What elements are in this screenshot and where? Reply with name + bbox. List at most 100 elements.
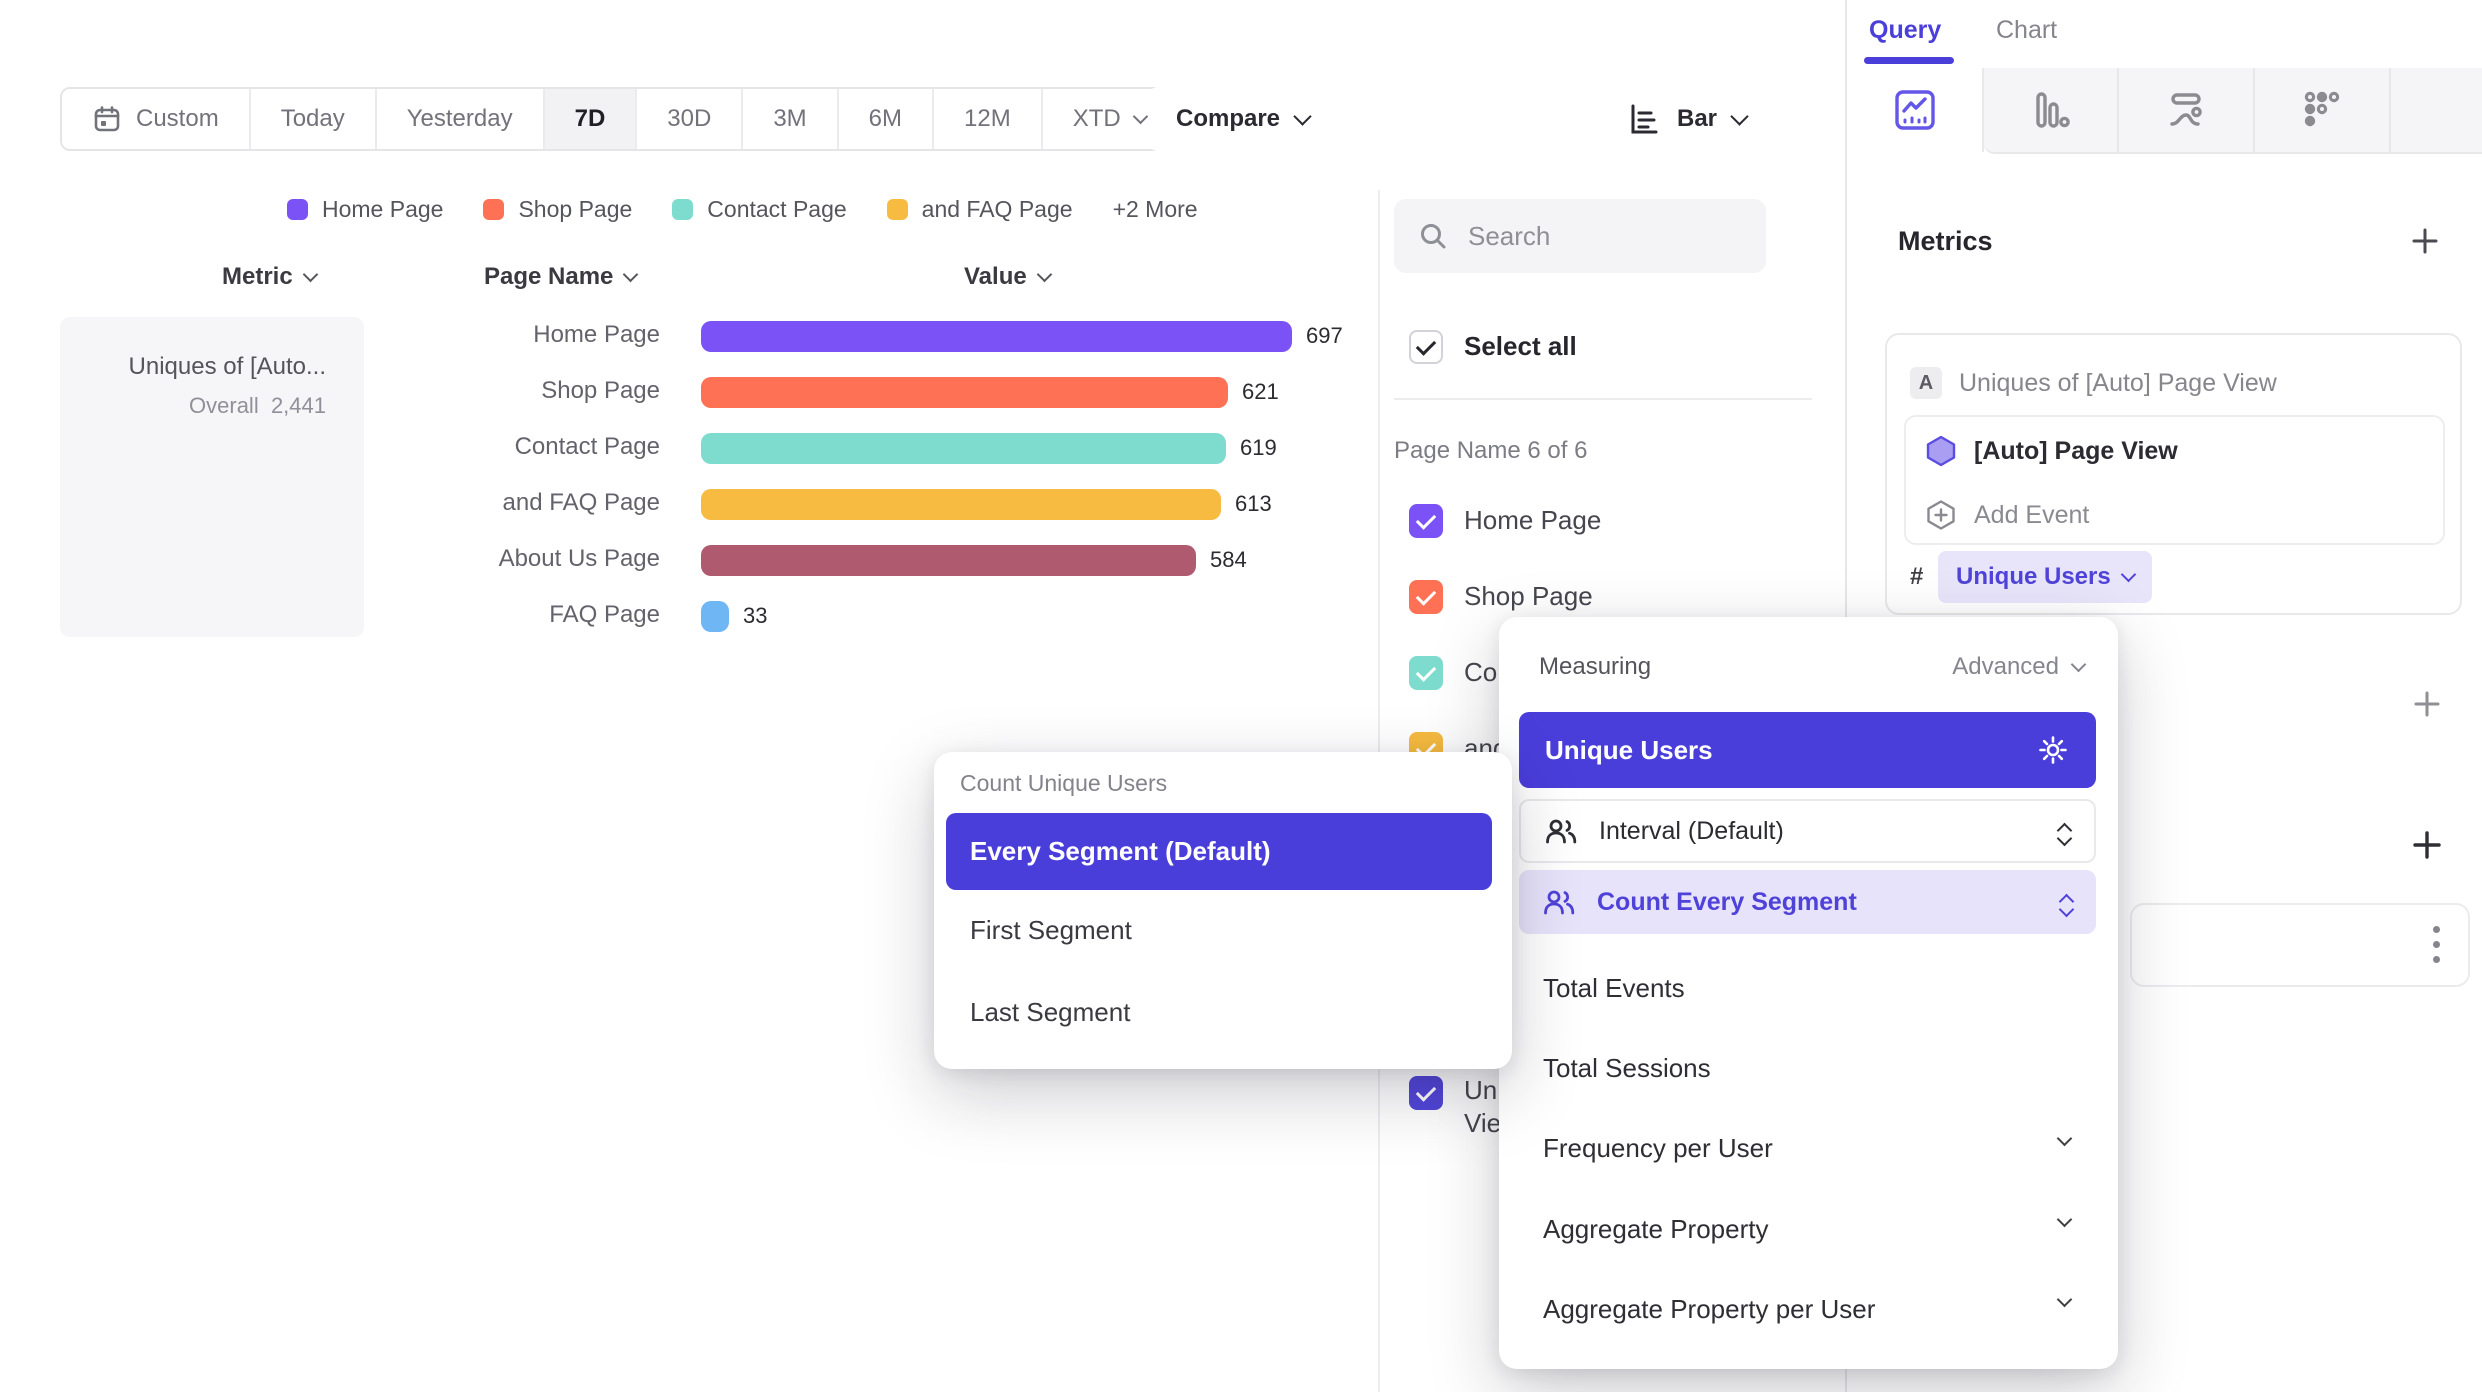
add-filter-button[interactable]	[2413, 690, 2441, 718]
legend-more-label[interactable]: +2 More	[1113, 196, 1198, 223]
breakdown-card[interactable]	[2130, 903, 2470, 987]
date-range-6m[interactable]: 6M	[837, 89, 932, 149]
bar[interactable]	[701, 601, 729, 632]
funnels-icon	[2026, 85, 2076, 135]
chevron-down-icon	[1036, 266, 1052, 282]
column-header-page-name[interactable]: Page Name	[484, 263, 636, 291]
add-breakdown-button[interactable]	[2412, 830, 2442, 860]
bar-row-label: and FAQ Page	[340, 489, 660, 517]
number-type-symbol: #	[1910, 563, 1923, 591]
metric-summary-cell[interactable]: Uniques of [Auto... Overall 2,441	[60, 317, 364, 637]
date-range-7d[interactable]: 7D	[543, 89, 636, 149]
option-label: Unique Users	[1545, 735, 1713, 766]
column-header-metric[interactable]: Metric	[222, 263, 316, 291]
date-range-yesterday[interactable]: Yesterday	[375, 89, 543, 149]
date-range-segmented-control: CustomTodayYesterday7D30D3M6M12MXTD	[60, 87, 1178, 151]
add-event-label: Add Event	[1974, 501, 2089, 530]
date-range-label: 6M	[869, 105, 902, 133]
measuring-option-aggregate-property[interactable]: Aggregate Property	[1543, 1214, 1768, 1245]
people-icon	[1545, 817, 1577, 845]
advanced-toggle[interactable]: Advanced	[1952, 653, 2084, 681]
bar-row-label: Shop Page	[340, 377, 660, 405]
gear-icon[interactable]	[2036, 733, 2070, 767]
bar[interactable]	[701, 321, 1292, 352]
legend-label: Shop Page	[518, 196, 632, 223]
search-icon	[1418, 221, 1448, 251]
kebab-menu-icon[interactable]	[2433, 926, 2440, 963]
calendar-icon	[92, 104, 122, 134]
segment-count-selector[interactable]: Count Every Segment	[1519, 870, 2096, 934]
date-range-30d[interactable]: 30D	[635, 89, 741, 149]
measuring-option-aggregate-property-per-user[interactable]: Aggregate Property per User	[1543, 1294, 1875, 1325]
measuring-option-frequency-per-user[interactable]: Frequency per User	[1543, 1133, 1773, 1164]
add-metric-button[interactable]	[2410, 226, 2440, 256]
search-input[interactable]	[1466, 220, 1730, 253]
segment-option[interactable]: Last Segment	[970, 997, 1130, 1028]
chevron-down-icon	[2120, 566, 2136, 582]
advanced-label: Advanced	[1952, 653, 2059, 681]
date-range-3m[interactable]: 3M	[741, 89, 836, 149]
report-tab-insights[interactable]	[1847, 68, 1983, 152]
report-tab-funnels[interactable]	[1983, 68, 2119, 152]
filter-group-label: Page Name 6 of 6	[1394, 437, 1587, 465]
column-header-label: Metric	[222, 263, 293, 291]
add-event-icon	[1926, 499, 1956, 531]
event-card: [Auto] Page View Add Event	[1904, 415, 2445, 545]
tab-query[interactable]: Query	[1869, 16, 1941, 45]
measuring-popup-title: Measuring	[1539, 653, 1651, 681]
report-tab-retention[interactable]	[2254, 68, 2390, 152]
compare-button-label: Compare	[1176, 105, 1280, 133]
segment-count-label: Count Every Segment	[1597, 888, 1857, 917]
legend-item: and FAQ Page	[887, 196, 1073, 223]
metric-card[interactable]: A Uniques of [Auto] Page View [Auto] Pag…	[1885, 333, 2462, 615]
compare-button[interactable]: Compare	[1148, 87, 1337, 151]
filter-checkbox-3[interactable]	[1409, 656, 1443, 690]
report-tab-flows[interactable]	[2118, 68, 2254, 152]
filter-checkbox-1[interactable]	[1409, 504, 1443, 538]
date-range-label: 12M	[964, 105, 1011, 133]
measurement-dropdown[interactable]: Unique Users	[1938, 551, 2152, 603]
metric-card-title: Uniques of [Auto] Page View	[1959, 369, 2277, 398]
tab-chart[interactable]: Chart	[1996, 16, 2057, 45]
measuring-option-total-sessions[interactable]: Total Sessions	[1543, 1053, 1711, 1084]
column-header-value[interactable]: Value	[964, 263, 1050, 291]
select-all-label: Select all	[1464, 331, 1577, 362]
legend-swatch	[483, 199, 504, 220]
option-unique-users[interactable]: Unique Users	[1519, 712, 2096, 788]
flows-icon	[2160, 84, 2212, 136]
event-row[interactable]: [Auto] Page View	[1926, 435, 2178, 467]
filter-checkbox-2[interactable]	[1409, 580, 1443, 614]
segment-option-selected[interactable]: Every Segment (Default)	[946, 813, 1492, 890]
bar-value-label: 584	[1210, 547, 1247, 573]
date-range-today[interactable]: Today	[249, 89, 375, 149]
segment-option[interactable]: First Segment	[970, 915, 1132, 946]
bar[interactable]	[701, 489, 1221, 520]
chevron-down-icon	[2057, 1292, 2073, 1308]
bar[interactable]	[701, 377, 1228, 408]
metric-letter-badge: A	[1910, 367, 1942, 399]
legend-label: and FAQ Page	[922, 196, 1073, 223]
date-range-label: 7D	[575, 105, 606, 133]
date-range-custom[interactable]: Custom	[62, 89, 249, 149]
select-all-checkbox[interactable]	[1409, 330, 1443, 364]
active-tab-underline	[1864, 57, 1954, 64]
date-range-label: 3M	[773, 105, 806, 133]
segment-option-label: Every Segment (Default)	[970, 836, 1271, 867]
count-unique-users-popup: Count Unique Users Every Segment (Defaul…	[934, 752, 1512, 1069]
chevron-down-icon	[1132, 108, 1148, 124]
chevron-down-icon	[2057, 1212, 2073, 1228]
bar[interactable]	[701, 545, 1196, 576]
chart-type-button[interactable]: Bar	[1599, 87, 1774, 151]
search-box[interactable]	[1394, 199, 1766, 273]
filter-checkbox-metric[interactable]	[1409, 1076, 1443, 1110]
measuring-popup: Measuring Advanced Unique Users Interval…	[1499, 617, 2118, 1369]
interval-label: Interval (Default)	[1599, 817, 1784, 846]
date-range-12m[interactable]: 12M	[932, 89, 1041, 149]
add-event-row[interactable]: Add Event	[1926, 499, 2089, 531]
bar-value-label: 613	[1235, 491, 1272, 517]
metric-overall-value: Overall 2,441	[189, 393, 326, 419]
metric-name: Uniques of [Auto...	[129, 353, 326, 381]
measuring-option-total-events[interactable]: Total Events	[1543, 973, 1685, 1004]
interval-selector[interactable]: Interval (Default)	[1519, 799, 2096, 863]
bar[interactable]	[701, 433, 1226, 464]
